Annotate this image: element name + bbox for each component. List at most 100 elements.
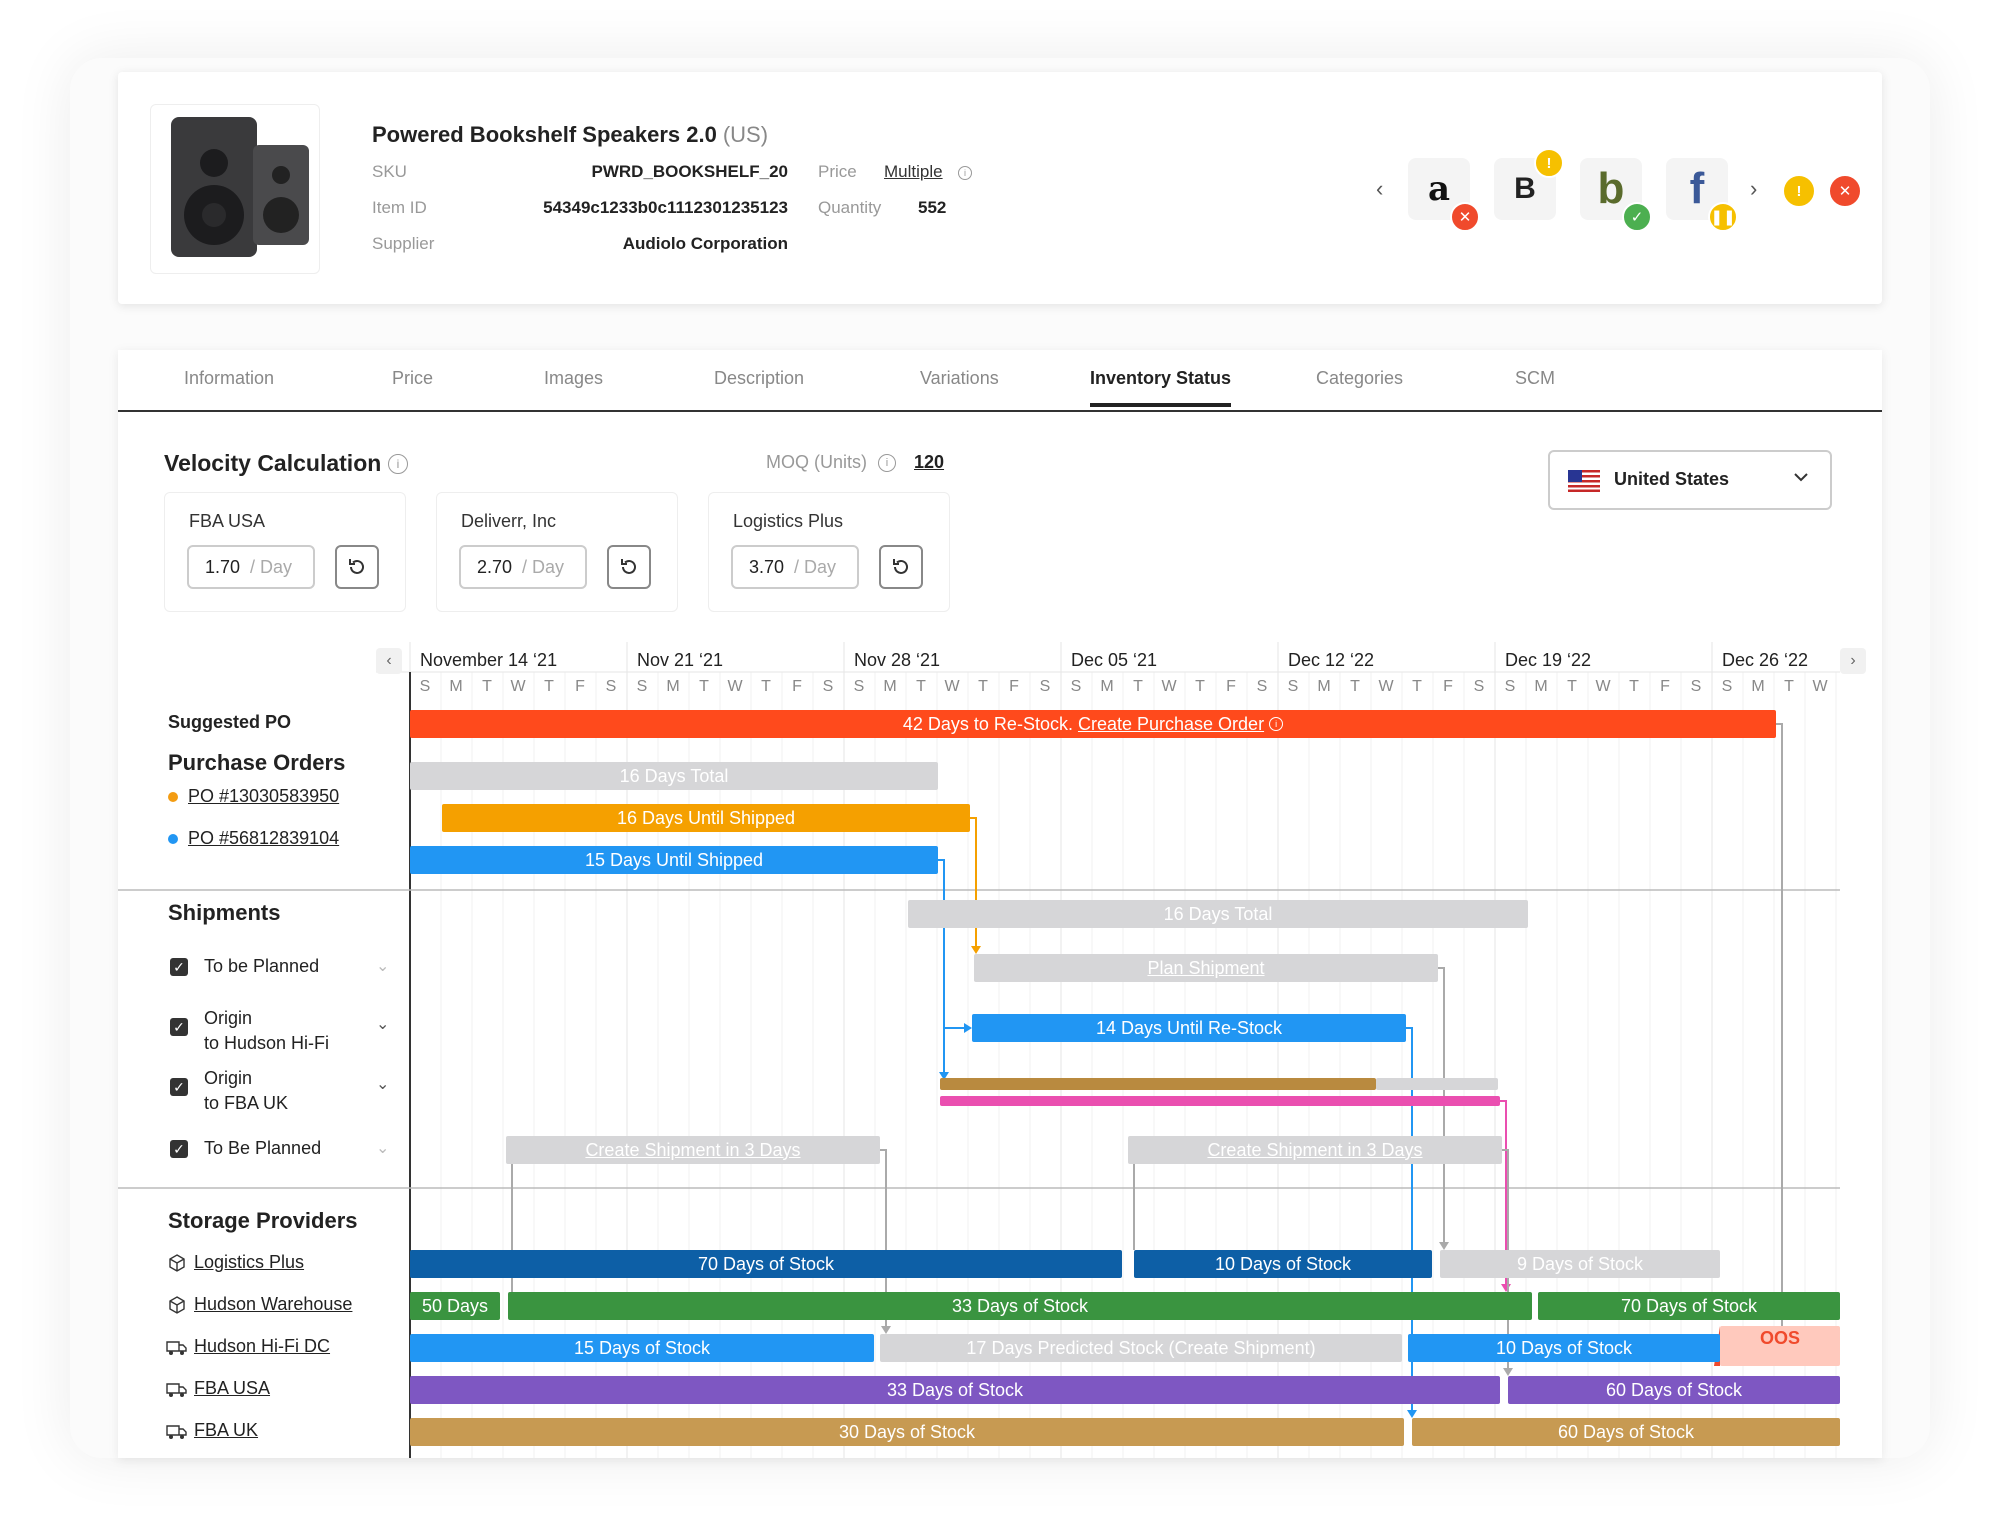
day-letter: W bbox=[1378, 678, 1394, 695]
day-letter: S bbox=[1256, 678, 1268, 695]
day-letter: S bbox=[822, 678, 834, 695]
day-letter: W bbox=[510, 678, 526, 695]
week-label: Dec 05 ‘21 bbox=[1071, 650, 1158, 670]
timeline-next-icon[interactable]: › bbox=[1840, 648, 1866, 674]
day-letter: T bbox=[1629, 678, 1639, 695]
storage-link[interactable]: Logistics Plus bbox=[194, 1252, 304, 1273]
create-shipment-bar[interactable]: Create Shipment in 3 Days bbox=[1128, 1136, 1502, 1164]
day-letter: M bbox=[1534, 678, 1548, 695]
error-badge-icon: ✕ bbox=[1450, 202, 1480, 232]
week-label: Dec 19 ‘22 bbox=[1505, 650, 1592, 670]
week-label: November 14 ‘21 bbox=[420, 650, 558, 670]
facebook-icon[interactable]: f ❚❚ bbox=[1666, 158, 1738, 232]
connector bbox=[970, 817, 977, 948]
day-letter: F bbox=[792, 678, 802, 695]
storage-link[interactable]: Hudson Warehouse bbox=[194, 1294, 352, 1315]
day-letter: W bbox=[727, 678, 743, 695]
paused-badge-icon: ❚❚ bbox=[1708, 202, 1738, 232]
error-status-icon[interactable]: ✕ bbox=[1828, 174, 1862, 208]
storage-link[interactable]: FBA USA bbox=[194, 1378, 270, 1399]
day-letter: S bbox=[1473, 678, 1485, 695]
stock-bar[interactable]: 70 Days of Stock bbox=[1538, 1292, 1840, 1320]
price-info-icon[interactable]: i bbox=[958, 166, 972, 180]
day-letter: T bbox=[544, 678, 554, 695]
day-letter: W bbox=[1595, 678, 1611, 695]
shipment-total-bar: 16 Days Total bbox=[908, 900, 1528, 928]
stock-bar[interactable]: 60 Days of Stock bbox=[1508, 1376, 1840, 1404]
truck-icon bbox=[166, 1382, 188, 1403]
day-letter: M bbox=[1751, 678, 1765, 695]
stock-bar[interactable]: 33 Days of Stock bbox=[508, 1292, 1532, 1320]
bigcommerce-icon[interactable]: B ! bbox=[1494, 148, 1564, 220]
create-purchase-order-link[interactable]: Create Purchase Order bbox=[1078, 714, 1264, 735]
stock-bar[interactable]: 33 Days of Stock bbox=[410, 1376, 1500, 1404]
checkbox[interactable]: ✓ bbox=[170, 958, 188, 976]
day-letter: S bbox=[1287, 678, 1299, 695]
shipment-label: Origin to Hudson Hi-Fi bbox=[204, 1008, 330, 1053]
price-multiple-link[interactable]: Multiple bbox=[884, 162, 943, 182]
day-letter: W bbox=[944, 678, 960, 695]
stock-bar[interactable]: 10 Days of Stock bbox=[1134, 1250, 1432, 1278]
connector bbox=[1776, 723, 1783, 1328]
product-image bbox=[150, 104, 320, 274]
day-letter: T bbox=[699, 678, 709, 695]
po-bar[interactable]: 15 Days Until Shipped bbox=[410, 846, 938, 874]
restock-bar[interactable]: 14 Days Until Re-Stock bbox=[972, 1014, 1406, 1042]
day-letter: T bbox=[1784, 678, 1794, 695]
po-link[interactable]: PO #56812839104 bbox=[188, 828, 339, 849]
day-letter: F bbox=[1009, 678, 1019, 695]
quantity-label: Quantity bbox=[818, 198, 882, 217]
week-label: Nov 21 ‘21 bbox=[637, 650, 724, 670]
po-link[interactable]: PO #13030583950 bbox=[188, 786, 339, 807]
arrow-head bbox=[1407, 1410, 1417, 1418]
stock-bar[interactable]: 9 Days of Stock bbox=[1440, 1250, 1720, 1278]
stock-bar[interactable]: 15 Days of Stock bbox=[410, 1334, 874, 1362]
box-icon bbox=[168, 1254, 186, 1277]
shipment-progress-bar[interactable] bbox=[940, 1078, 1376, 1090]
stock-bar[interactable]: 10 Days of Stock bbox=[1408, 1334, 1720, 1362]
arrow-head bbox=[971, 946, 981, 954]
day-letter: S bbox=[1690, 678, 1702, 695]
chevron-down-icon[interactable]: ⌄ bbox=[376, 1014, 389, 1034]
chevron-down-icon[interactable]: ⌄ bbox=[376, 1138, 389, 1158]
chevron-down-icon[interactable]: ⌄ bbox=[376, 956, 389, 976]
price-label: Price bbox=[818, 162, 857, 181]
timeline-prev-icon[interactable]: ‹ bbox=[376, 648, 402, 674]
stock-bar[interactable]: 70 Days of Stock bbox=[410, 1250, 1122, 1278]
chevron-down-icon[interactable]: ⌄ bbox=[376, 1074, 389, 1094]
predicted-stock-bar[interactable]: 17 Days Predicted Stock (Create Shipment… bbox=[880, 1334, 1402, 1362]
plan-shipment-bar[interactable]: Plan Shipment bbox=[974, 954, 1438, 982]
day-letter: S bbox=[1721, 678, 1733, 695]
day-letter: W bbox=[1812, 678, 1828, 695]
bonanza-icon[interactable]: b ✓ bbox=[1580, 158, 1652, 232]
day-letter: T bbox=[1350, 678, 1360, 695]
storage-link[interactable]: Hudson Hi-Fi DC bbox=[194, 1336, 330, 1357]
day-letter: M bbox=[1317, 678, 1331, 695]
storage-providers-label: Storage Providers bbox=[168, 1208, 358, 1233]
info-icon: i bbox=[1269, 717, 1284, 731]
day-letter: T bbox=[1195, 678, 1205, 695]
checkbox[interactable]: ✓ bbox=[170, 1018, 188, 1036]
day-letter: F bbox=[1660, 678, 1670, 695]
shipment-pink-bar[interactable] bbox=[940, 1096, 1500, 1106]
po-bar[interactable]: 16 Days Until Shipped bbox=[442, 804, 970, 832]
warning-status-icon[interactable]: ! bbox=[1782, 174, 1816, 208]
week-label: Nov 28 ‘21 bbox=[854, 650, 941, 670]
storage-link[interactable]: FBA UK bbox=[194, 1420, 258, 1441]
truck-icon bbox=[166, 1340, 188, 1361]
day-letter: M bbox=[1100, 678, 1114, 695]
marketplace-prev-icon[interactable]: ‹ bbox=[1376, 176, 1383, 202]
marketplace-next-icon[interactable]: › bbox=[1750, 176, 1757, 202]
main-panel: Information Price Images Description Var… bbox=[118, 350, 1882, 1458]
suggested-po-bar[interactable]: 42 Days to Re-Stock. Create Purchase Ord… bbox=[410, 710, 1776, 738]
stock-bar[interactable]: 30 Days of Stock bbox=[410, 1418, 1404, 1446]
checkbox[interactable]: ✓ bbox=[170, 1140, 188, 1158]
day-letter: M bbox=[666, 678, 680, 695]
stock-bar[interactable]: 50 Days bbox=[410, 1292, 500, 1320]
checkbox[interactable]: ✓ bbox=[170, 1078, 188, 1096]
amazon-icon[interactable]: a ✕ bbox=[1408, 158, 1480, 232]
item-id-label: Item ID bbox=[372, 198, 427, 217]
stock-bar[interactable]: 60 Days of Stock bbox=[1412, 1418, 1840, 1446]
arrow-head bbox=[1501, 1284, 1511, 1292]
create-shipment-bar[interactable]: Create Shipment in 3 Days bbox=[506, 1136, 880, 1164]
